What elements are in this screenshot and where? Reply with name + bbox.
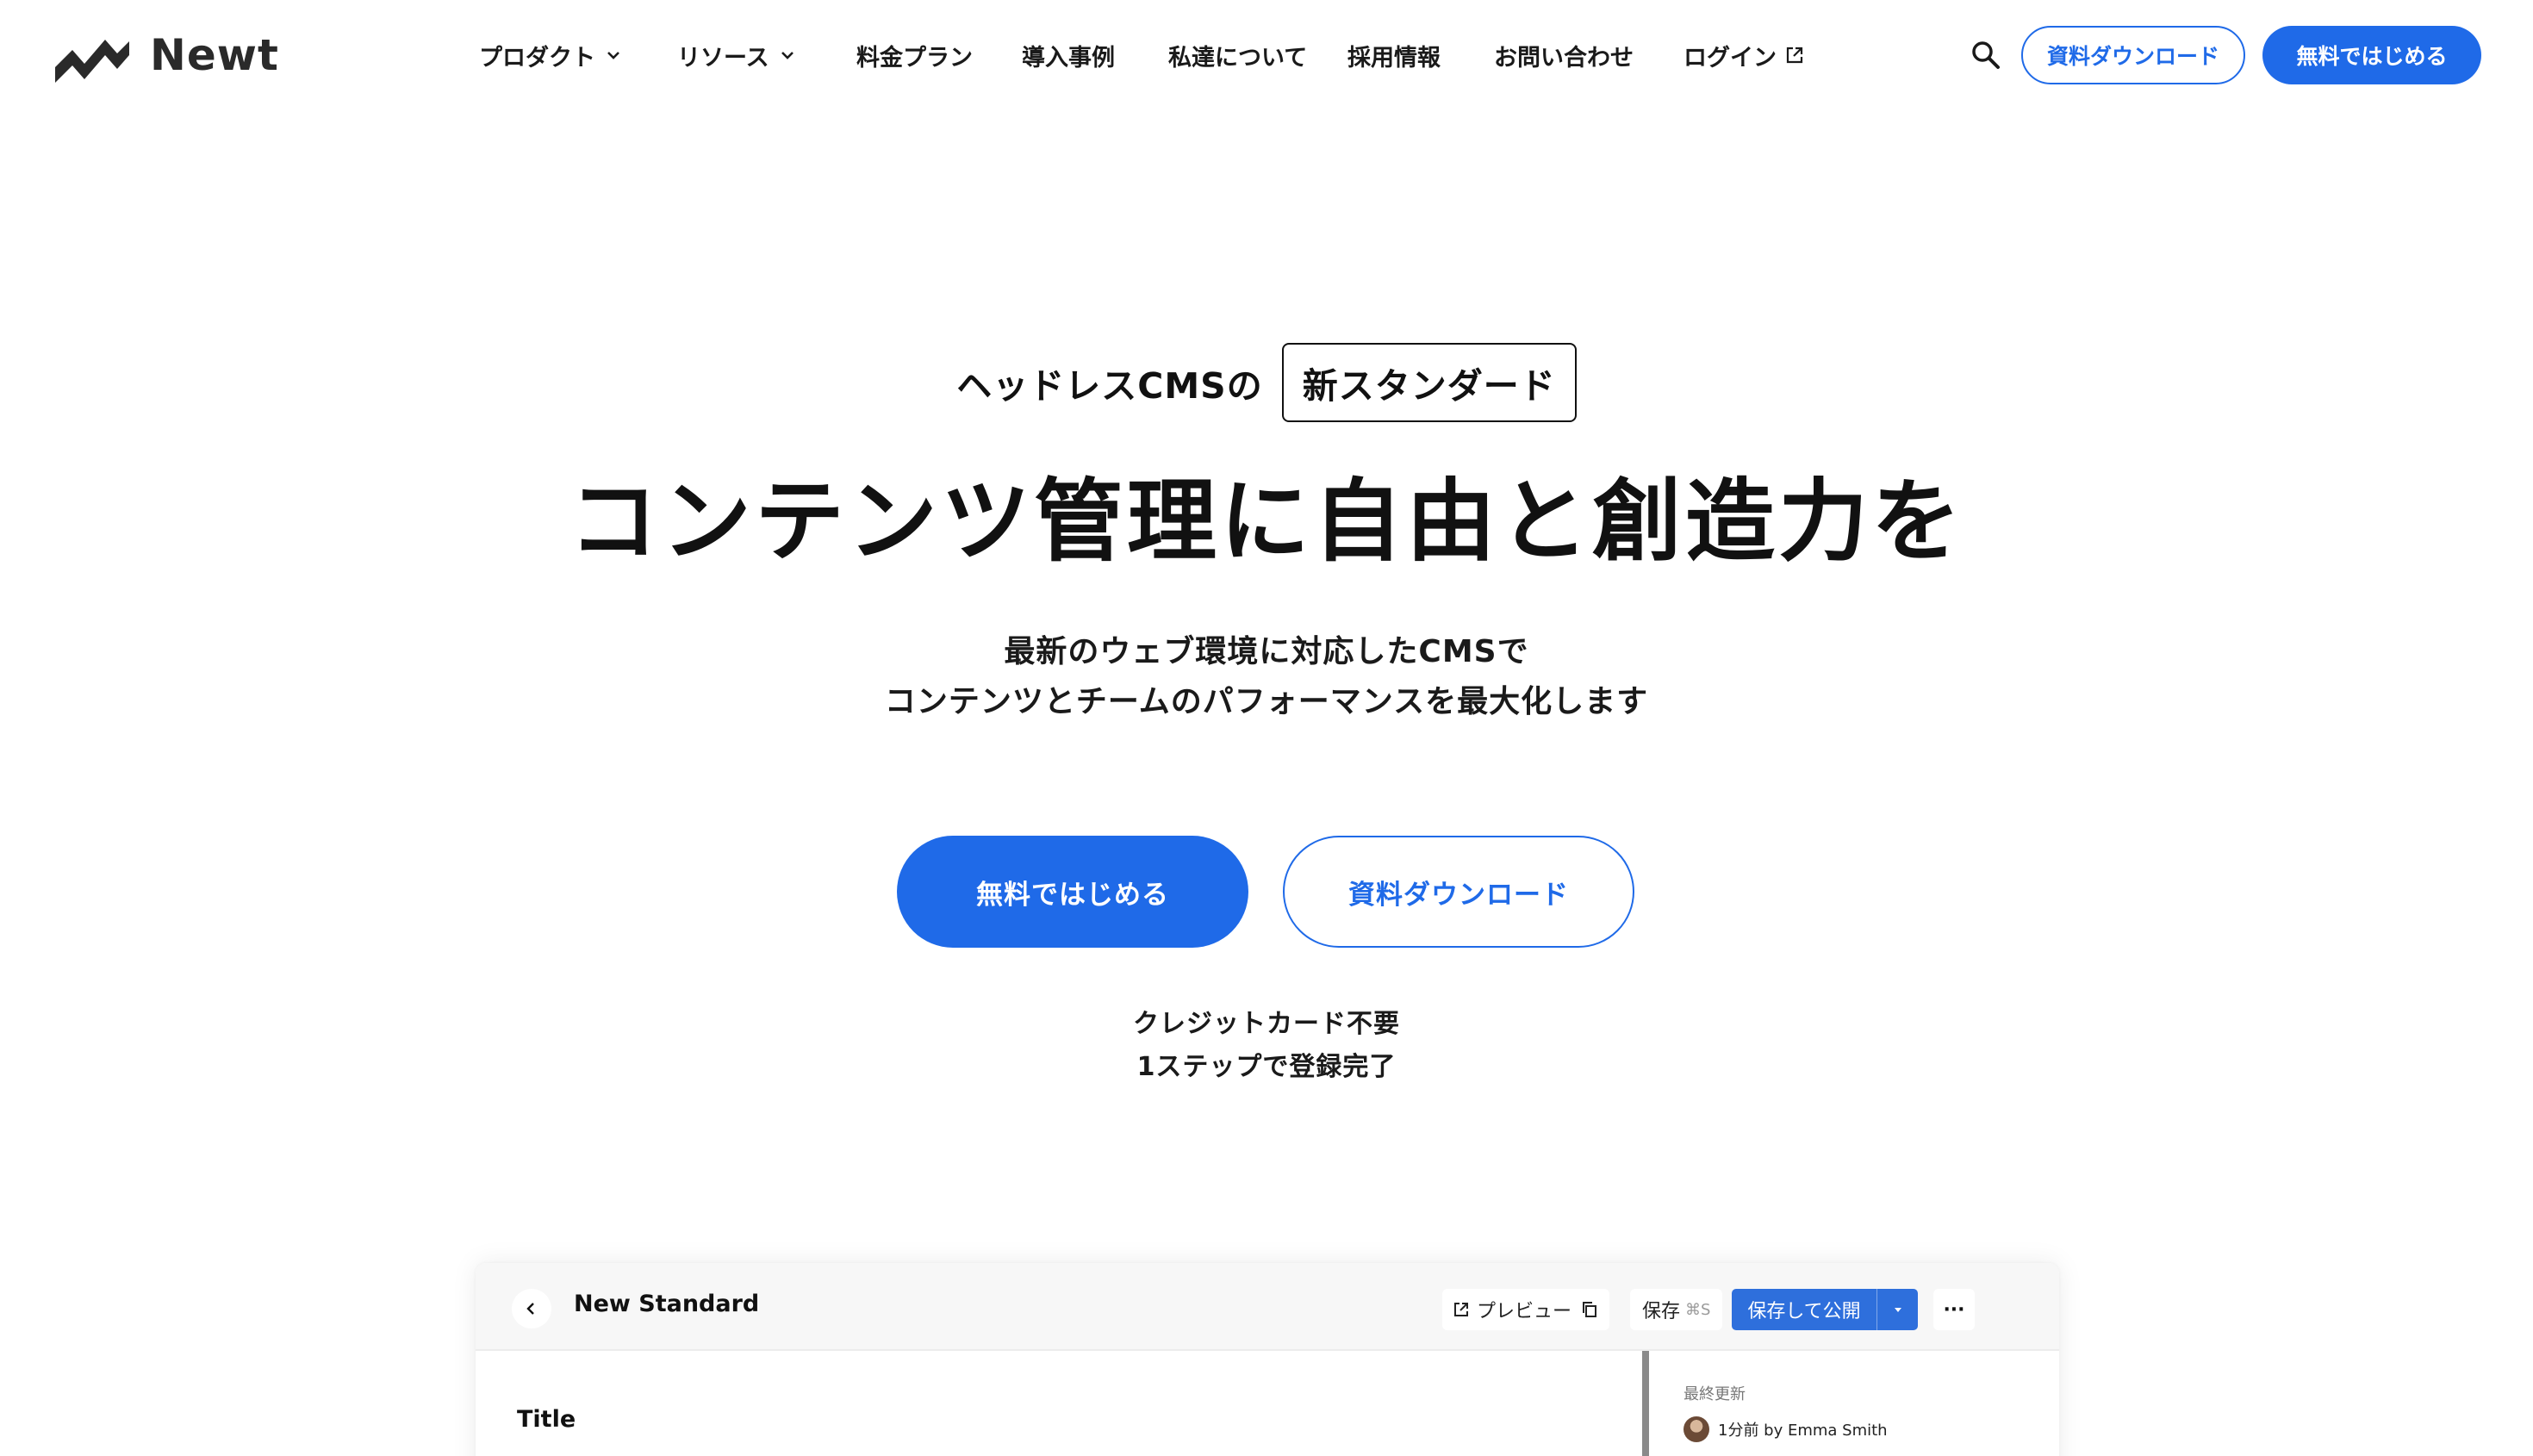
nav-item-cases[interactable]: 導入事例 [1022, 34, 1115, 76]
save-button[interactable]: 保存 ⌘S [1630, 1289, 1723, 1330]
editor-toolbar: New Standard プレビュー 保存 ⌘S 保存して公開 ··· [476, 1263, 2059, 1351]
nav-item-careers[interactable]: 採用情報 [1347, 34, 1441, 76]
hero-start-free-button[interactable]: 無料ではじめる [897, 836, 1248, 948]
last-updated-meta: 1分前 by Emma Smith [1683, 1416, 1888, 1442]
editor-preview: New Standard プレビュー 保存 ⌘S 保存して公開 ··· Titl… [476, 1263, 2059, 1456]
nav-item-label: 導入事例 [1022, 44, 1115, 72]
save-publish-button[interactable]: 保存して公開 [1732, 1289, 1918, 1330]
nav-item-contact[interactable]: お問い合わせ [1494, 34, 1634, 76]
hero-note-line: クレジットカード不要 [1133, 1009, 1400, 1039]
nav-item-label: 料金プラン [856, 44, 973, 72]
nav-item-pricing[interactable]: 料金プラン [856, 34, 973, 76]
header-download-button[interactable]: 資料ダウンロード [2021, 26, 2245, 84]
copy-icon[interactable] [1580, 1300, 1599, 1319]
save-publish-label: 保存して公開 [1747, 1301, 1861, 1322]
hero-note-line: 1ステップで登録完了 [1136, 1052, 1397, 1082]
last-updated-text: 1分前 by Emma Smith [1718, 1422, 1888, 1440]
search-icon[interactable] [1968, 37, 2004, 73]
nav-item-label: リソース [677, 44, 769, 72]
hero-download-button[interactable]: 資料ダウンロード [1283, 836, 1634, 948]
chevron-down-icon [607, 52, 619, 59]
chevron-down-icon [781, 52, 794, 59]
field-label-title: Title [517, 1406, 576, 1433]
site-header: Newt プロダクト リソース 料金プラン 導入事例 私達について 採用情報 お… [0, 0, 2533, 112]
external-link-icon [1786, 47, 1803, 64]
save-shortcut: ⌘S [1685, 1300, 1711, 1319]
nav-item-resources[interactable]: リソース [677, 34, 797, 76]
caret-down-icon [1894, 1308, 1901, 1312]
hero-subtitle-line: 最新のウェブ環境に対応したCMSで [1004, 634, 1529, 669]
eyebrow-text: ヘッドレスCMSの [956, 365, 1263, 407]
nav-item-label: ログイン [1683, 44, 1777, 72]
last-updated-label: 最終更新 [1683, 1385, 1746, 1403]
document-title: New Standard [574, 1291, 760, 1317]
nav-item-label: 採用情報 [1347, 44, 1441, 72]
header-start-free-button[interactable]: 無料ではじめる [2262, 26, 2481, 84]
chevron-left-icon [526, 1303, 534, 1315]
hero-subtitle-line: コンテンツとチームのパフォーマンスを最大化します [884, 684, 1649, 719]
publish-options-button[interactable] [1876, 1289, 1918, 1330]
hero-subtitle: 最新のウェブ環境に対応したCMSで コンテンツとチームのパフォーマンスを最大化し… [0, 627, 2533, 727]
hero-title: コンテンツ管理に自由と創造力を [568, 469, 1964, 574]
nav-item-product[interactable]: プロダクト [479, 34, 623, 76]
back-button[interactable] [512, 1289, 551, 1328]
eyebrow-badge: 新スタンダード [1281, 343, 1577, 422]
preview-label: プレビュー [1477, 1301, 1572, 1322]
avatar [1683, 1416, 1709, 1442]
nav-item-label: 私達について [1168, 44, 1308, 72]
nav-item-label: プロダクト [479, 44, 595, 72]
sidebar-divider [1642, 1351, 1649, 1456]
save-label: 保存 [1642, 1301, 1681, 1322]
nav-item-login[interactable]: ログイン [1683, 34, 1804, 76]
more-options-button[interactable]: ··· [1933, 1289, 1975, 1330]
hero-eyebrow: ヘッドレスCMSの 新スタンダード [0, 343, 2533, 422]
nav-item-label: お問い合わせ [1494, 44, 1634, 72]
preview-button[interactable]: プレビュー [1453, 1296, 1571, 1323]
nav-item-about[interactable]: 私達について [1168, 34, 1307, 76]
preview-group: プレビュー [1442, 1289, 1610, 1330]
hero-note: クレジットカード不要 1ステップで登録完了 [0, 1003, 2533, 1089]
external-link-icon [1454, 1303, 1468, 1316]
